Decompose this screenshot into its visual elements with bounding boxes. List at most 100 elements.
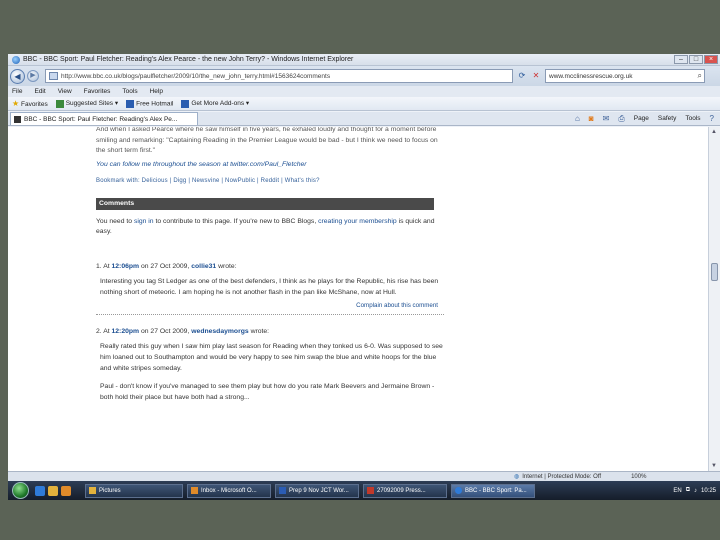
volume-icon[interactable]: ♪ [694, 488, 697, 494]
scroll-down-icon[interactable]: ▼ [711, 463, 717, 469]
taskbar-button-press[interactable]: 27092009 Press... [363, 483, 447, 498]
taskbar-label: Prep 9 Nov JCT Wor... [289, 487, 349, 494]
scroll-up-icon[interactable]: ▲ [711, 129, 717, 135]
comment-item: 1. At 12:06pm on 27 Oct 2009, collie31 w… [96, 262, 444, 315]
start-button[interactable] [12, 482, 29, 499]
command-bar: ⌂ ◙ ✉ ⎙ Page Safety Tools ? [575, 114, 720, 124]
twitter-link[interactable]: You can follow me throughout the season … [96, 160, 444, 170]
help-icon[interactable]: ? [710, 114, 714, 123]
menu-bar: File Edit View Favorites Tools Help [8, 86, 720, 97]
bookmark-links[interactable]: Bookmark with: Delicious | Digg | Newsvi… [96, 178, 444, 184]
menu-edit[interactable]: Edit [34, 88, 45, 95]
taskbar-label: Inbox - Microsoft O... [201, 487, 257, 494]
favorite-suggested-sites[interactable]: Suggested Sites ▾ [55, 99, 118, 108]
complain-link[interactable]: Complain about this comment [96, 302, 444, 309]
create-membership-link[interactable]: creating your membership [318, 218, 397, 225]
window-controls: – □ × [674, 55, 718, 64]
comment-date: on 27 Oct 2009, [140, 327, 190, 335]
security-zone[interactable]: ◍ Internet | Protected Mode: Off [514, 473, 602, 481]
menu-favorites[interactable]: Favorites [84, 88, 111, 95]
article-paragraph: And when I asked Pearce where he saw him… [96, 127, 438, 154]
menu-help[interactable]: Help [150, 88, 163, 95]
favorite-label: Free Hotmail [136, 100, 174, 108]
vertical-scrollbar[interactable]: ▲ ▼ [708, 127, 720, 471]
quick-launch [35, 485, 71, 496]
menu-view[interactable]: View [58, 88, 72, 95]
address-url: http://www.bbc.co.uk/blogs/paulfletcher/… [61, 72, 331, 80]
favorite-get-more-addons[interactable]: Get More Add-ons ▾ [181, 99, 249, 108]
comments-heading: Comments [96, 197, 434, 210]
taskbar-button-inbox[interactable]: Inbox - Microsoft O... [187, 483, 271, 498]
signin-text: to contribute to this page. If you're ne… [153, 217, 319, 225]
outlook-icon [191, 487, 198, 494]
taskbar-button-bbc[interactable]: BBC - BBC Sport: Pa... [451, 483, 535, 498]
tab-row: BBC - BBC Sport: Paul Fletcher: Reading'… [8, 112, 720, 126]
comment-time-link[interactable]: 12:20pm [112, 328, 140, 335]
taskbar-button-pictures[interactable]: Pictures [85, 483, 183, 498]
zone-text: Internet | Protected Mode: Off [522, 473, 602, 480]
sign-in-link[interactable]: sign in [134, 218, 154, 225]
taskbar: Pictures Inbox - Microsoft O... Prep 9 N… [8, 481, 720, 500]
folder-icon [89, 487, 96, 494]
menu-tools[interactable]: Tools [122, 88, 137, 95]
bbc-favicon-icon [14, 115, 21, 123]
back-button[interactable]: ◀ [10, 68, 25, 84]
safety-menu[interactable]: Safety [658, 115, 676, 122]
favorites-button[interactable]: ★ Favorites [12, 99, 48, 108]
comment-wrote: wrote: [250, 327, 270, 335]
comment-at: At [103, 327, 110, 335]
pdf-icon [367, 487, 374, 494]
menu-file[interactable]: File [12, 88, 22, 95]
zoom-level[interactable]: 100% [631, 474, 646, 480]
language-indicator[interactable]: EN [673, 488, 681, 494]
favorite-free-hotmail[interactable]: Free Hotmail [126, 99, 174, 108]
globe-icon: ◍ [514, 474, 520, 480]
comment-number: 1. [96, 262, 102, 270]
taskbar-label: 27092009 Press... [377, 487, 426, 494]
ie-icon [455, 487, 462, 494]
page-menu[interactable]: Page [634, 115, 649, 122]
read-mail-icon[interactable]: ✉ [603, 114, 610, 123]
forward-button[interactable]: ▶ [27, 70, 39, 82]
minimize-button[interactable]: – [674, 55, 688, 64]
system-tray: EN ⧉ ♪ 10:25 [673, 487, 720, 494]
search-input[interactable]: www.mcclinessrescue.org.uk ⌕ [545, 69, 705, 83]
word-icon [279, 487, 286, 494]
window-title: BBC - BBC Sport: Paul Fletcher: Reading'… [23, 56, 354, 63]
outlook-quicklaunch-icon[interactable] [61, 485, 71, 496]
comment-user-link[interactable]: collie31 [191, 263, 216, 270]
network-icon[interactable]: ⧉ [686, 487, 690, 494]
taskbar-label: BBC - BBC Sport: Pa... [465, 487, 527, 494]
maximize-button[interactable]: □ [689, 55, 703, 64]
comment-item: 2. At 12:20pm on 27 Oct 2009, wednesdaym… [96, 327, 444, 408]
search-icon[interactable]: ⌕ [698, 71, 702, 81]
comment-body-continued: Paul - don't know if you've managed to s… [100, 382, 435, 401]
status-bar: ◍ Internet | Protected Mode: Off 100% [8, 471, 720, 481]
comment-time-link[interactable]: 12:06pm [112, 263, 140, 270]
refresh-icon[interactable]: ⟳ [516, 70, 528, 82]
clock[interactable]: 10:25 [701, 488, 716, 494]
stop-icon[interactable]: ✕ [530, 70, 542, 82]
addons-icon [181, 99, 190, 108]
tab-bbc-sport[interactable]: BBC - BBC Sport: Paul Fletcher: Reading'… [10, 112, 198, 125]
screen: BBC - BBC Sport: Paul Fletcher: Reading'… [8, 54, 720, 500]
folder-quicklaunch-icon[interactable] [48, 485, 58, 496]
address-actions: ⟳ ✕ [516, 70, 542, 82]
scroll-thumb[interactable] [711, 263, 718, 281]
close-button[interactable]: × [704, 55, 718, 64]
print-icon[interactable]: ⎙ [618, 114, 624, 124]
address-input[interactable]: http://www.bbc.co.uk/blogs/paulfletcher/… [45, 69, 513, 83]
home-icon[interactable]: ⌂ [575, 114, 580, 123]
ie-logo-icon [12, 55, 20, 64]
favorites-bar: ★ Favorites Suggested Sites ▾ Free Hotma… [8, 97, 720, 111]
taskbar-button-prep[interactable]: Prep 9 Nov JCT Wor... [275, 483, 359, 498]
tools-menu[interactable]: Tools [685, 115, 700, 122]
ie-quicklaunch-icon[interactable] [35, 485, 45, 496]
comment-body: Interesting you tag St Ledger as one of … [100, 277, 439, 296]
feeds-icon[interactable]: ◙ [589, 114, 594, 123]
hotmail-icon [126, 99, 135, 108]
comment-header: 2. At 12:20pm on 27 Oct 2009, wednesdaym… [96, 327, 444, 337]
suggested-sites-icon [55, 99, 64, 108]
comment-number: 2. [96, 327, 102, 335]
comment-user-link[interactable]: wednesdaymorgs [191, 328, 248, 335]
